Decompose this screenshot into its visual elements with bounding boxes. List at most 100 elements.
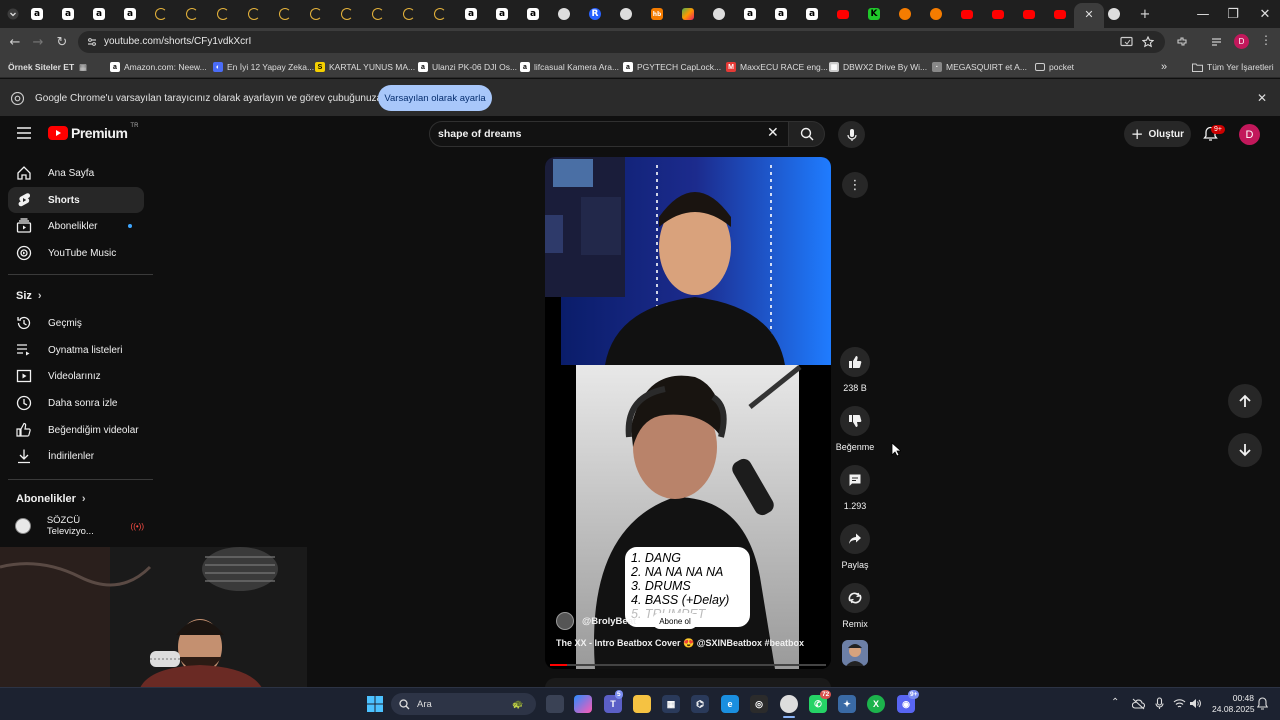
close-window-button[interactable]: ✕ [1250,4,1280,24]
url-text[interactable]: youtube.com/shorts/CFy1vdkXcrI [104,36,251,47]
bookmarks-overflow[interactable]: » [1161,60,1167,74]
voice-search-button[interactable] [838,121,865,148]
browser-tab[interactable] [150,4,172,24]
next-short-button[interactable] [1228,433,1262,467]
browser-tab[interactable]: a [770,4,792,24]
set-default-button[interactable]: Varsayılan olarak ayarla [378,85,492,111]
reload-button[interactable]: ↻ [52,32,72,52]
browser-tab[interactable] [615,4,637,24]
short-title[interactable]: The XX - Intro Beatbox Cover 😍 @SXINBeat… [556,638,826,649]
browser-tab[interactable] [274,4,296,24]
dislike-button[interactable]: Beğenme [836,406,874,452]
extensions-icon[interactable] [1176,36,1188,48]
sidebar-item-subscriptions[interactable]: Abonelikler [8,213,144,239]
whatsapp-icon[interactable]: ✆ 72 [809,690,832,713]
subscriptions-section-heading[interactable]: Abonelikler › [16,493,86,505]
cloud-off-icon[interactable] [1132,698,1145,710]
tab-chrome[interactable] [1103,4,1125,24]
infobar-close-icon[interactable]: ✕ [1257,91,1267,105]
browser-tab[interactable] [1049,4,1071,24]
browser-tab[interactable] [429,4,451,24]
volume-icon[interactable] [1189,698,1201,709]
sidebar-item-history[interactable]: Geçmiş [8,310,144,336]
clear-search-icon[interactable]: ✕ [767,125,779,141]
browser-tab[interactable] [553,4,575,24]
remix-button[interactable]: Remix [837,583,873,629]
browser-tab[interactable]: a [119,4,141,24]
browser-tab[interactable]: a [460,4,482,24]
sidebar-item-shorts[interactable]: Shorts [8,187,144,213]
close-tab-button[interactable]: ✕ [1078,4,1100,24]
maximize-button[interactable]: ❐ [1218,4,1248,24]
create-button[interactable]: + Oluştur [1124,121,1191,147]
search-input[interactable] [438,126,758,142]
tab-search-button[interactable] [2,4,24,24]
all-bookmarks[interactable]: Tüm Yer İşaretleri [1192,60,1274,74]
sound-thumbnail[interactable] [842,640,868,666]
browser-tab[interactable] [708,4,730,24]
youtube-logo[interactable]: Premium TR [48,123,138,141]
bookmark-item[interactable]: M MaxxECU RACE eng... [726,60,828,74]
microphone-tray-icon[interactable] [1155,697,1164,710]
apps-grid-icon[interactable]: ▦ [79,60,87,74]
comments-button[interactable]: 1.293 [837,465,873,511]
edge-icon[interactable]: e [721,695,739,713]
browser-tab[interactable]: a [88,4,110,24]
sidebar-item-playlists[interactable]: Oynatma listeleri [8,337,144,363]
browser-tab[interactable]: R [584,4,606,24]
browser-tab[interactable]: hb [646,4,668,24]
sidebar-item-liked[interactable]: Beğendiğim videolar [8,417,144,443]
subscribe-button[interactable]: Abone ol [652,613,698,629]
account-avatar[interactable]: D [1239,124,1260,145]
channel-name[interactable]: @BrolyBeat [582,616,636,627]
browser-tab[interactable]: a [491,4,513,24]
browser-tab[interactable] [1018,4,1040,24]
more-options-icon[interactable]: ⋮ [842,172,868,198]
browser-tab[interactable]: a [739,4,761,24]
browser-tab[interactable] [925,4,947,24]
bookmark-item[interactable]: a lifcasual Kamera Ara... [520,60,619,74]
progress-bar[interactable] [550,664,826,666]
bookmark-item[interactable]: a Amazon.com: Neew... [110,60,207,74]
wifi-icon[interactable] [1173,698,1186,709]
browser-tab[interactable]: a [57,4,79,24]
windows-start-icon[interactable] [367,696,383,712]
like-button[interactable]: 238 B [837,347,873,393]
task-view-icon[interactable] [546,695,564,713]
network-app-icon[interactable]: ✦ [838,695,856,713]
media-controls-icon[interactable] [1211,36,1223,48]
forward-button[interactable]: → [28,32,48,52]
browser-tab[interactable] [336,4,358,24]
browser-tab[interactable] [367,4,389,24]
tray-overflow-icon[interactable]: ⌃ [1111,697,1119,708]
browser-tab[interactable] [398,4,420,24]
browser-tab[interactable] [181,4,203,24]
bookmark-item[interactable]: S KARTAL YUNUS MA... [315,60,415,74]
hamburger-menu-icon[interactable] [17,127,31,139]
bookmark-item[interactable]: ◐ En İyi 12 Yapay Zeka... [213,60,314,74]
browser-tab[interactable]: a [26,4,48,24]
bookmark-item[interactable]: a Ulanzi PK-06 DJI Os... [418,60,517,74]
browser-tab[interactable] [677,4,699,24]
sidebar-item-home[interactable]: Ana Sayfa [8,160,144,186]
search-button[interactable] [789,121,825,147]
notification-bell-icon[interactable] [1257,697,1268,710]
steam-icon[interactable]: ⌬ [691,695,709,713]
new-tab-button[interactable]: + [1130,4,1160,24]
browser-tab[interactable]: K [863,4,885,24]
xbox-icon[interactable]: X [867,695,885,713]
sidebar-item-watch-later[interactable]: Daha sonra izle [8,390,144,416]
browser-tab[interactable] [832,4,854,24]
back-button[interactable]: ← [5,32,25,52]
bookmark-item[interactable]: ▦ DBWX2 Drive By Wi... [829,60,927,74]
browser-tab[interactable]: a [522,4,544,24]
star-icon[interactable] [1142,36,1154,48]
site-info-icon[interactable] [86,36,98,48]
minimize-button[interactable]: — [1188,4,1218,24]
you-section-heading[interactable]: Siz › [16,290,42,302]
taskbar-clock[interactable]: 00:48 24.08.2025 [1212,693,1255,715]
cast-icon[interactable] [1120,36,1133,48]
sidebar-item-music[interactable]: YouTube Music [8,240,144,266]
browser-tab[interactable]: a [801,4,823,24]
copilot-icon[interactable] [574,695,592,713]
